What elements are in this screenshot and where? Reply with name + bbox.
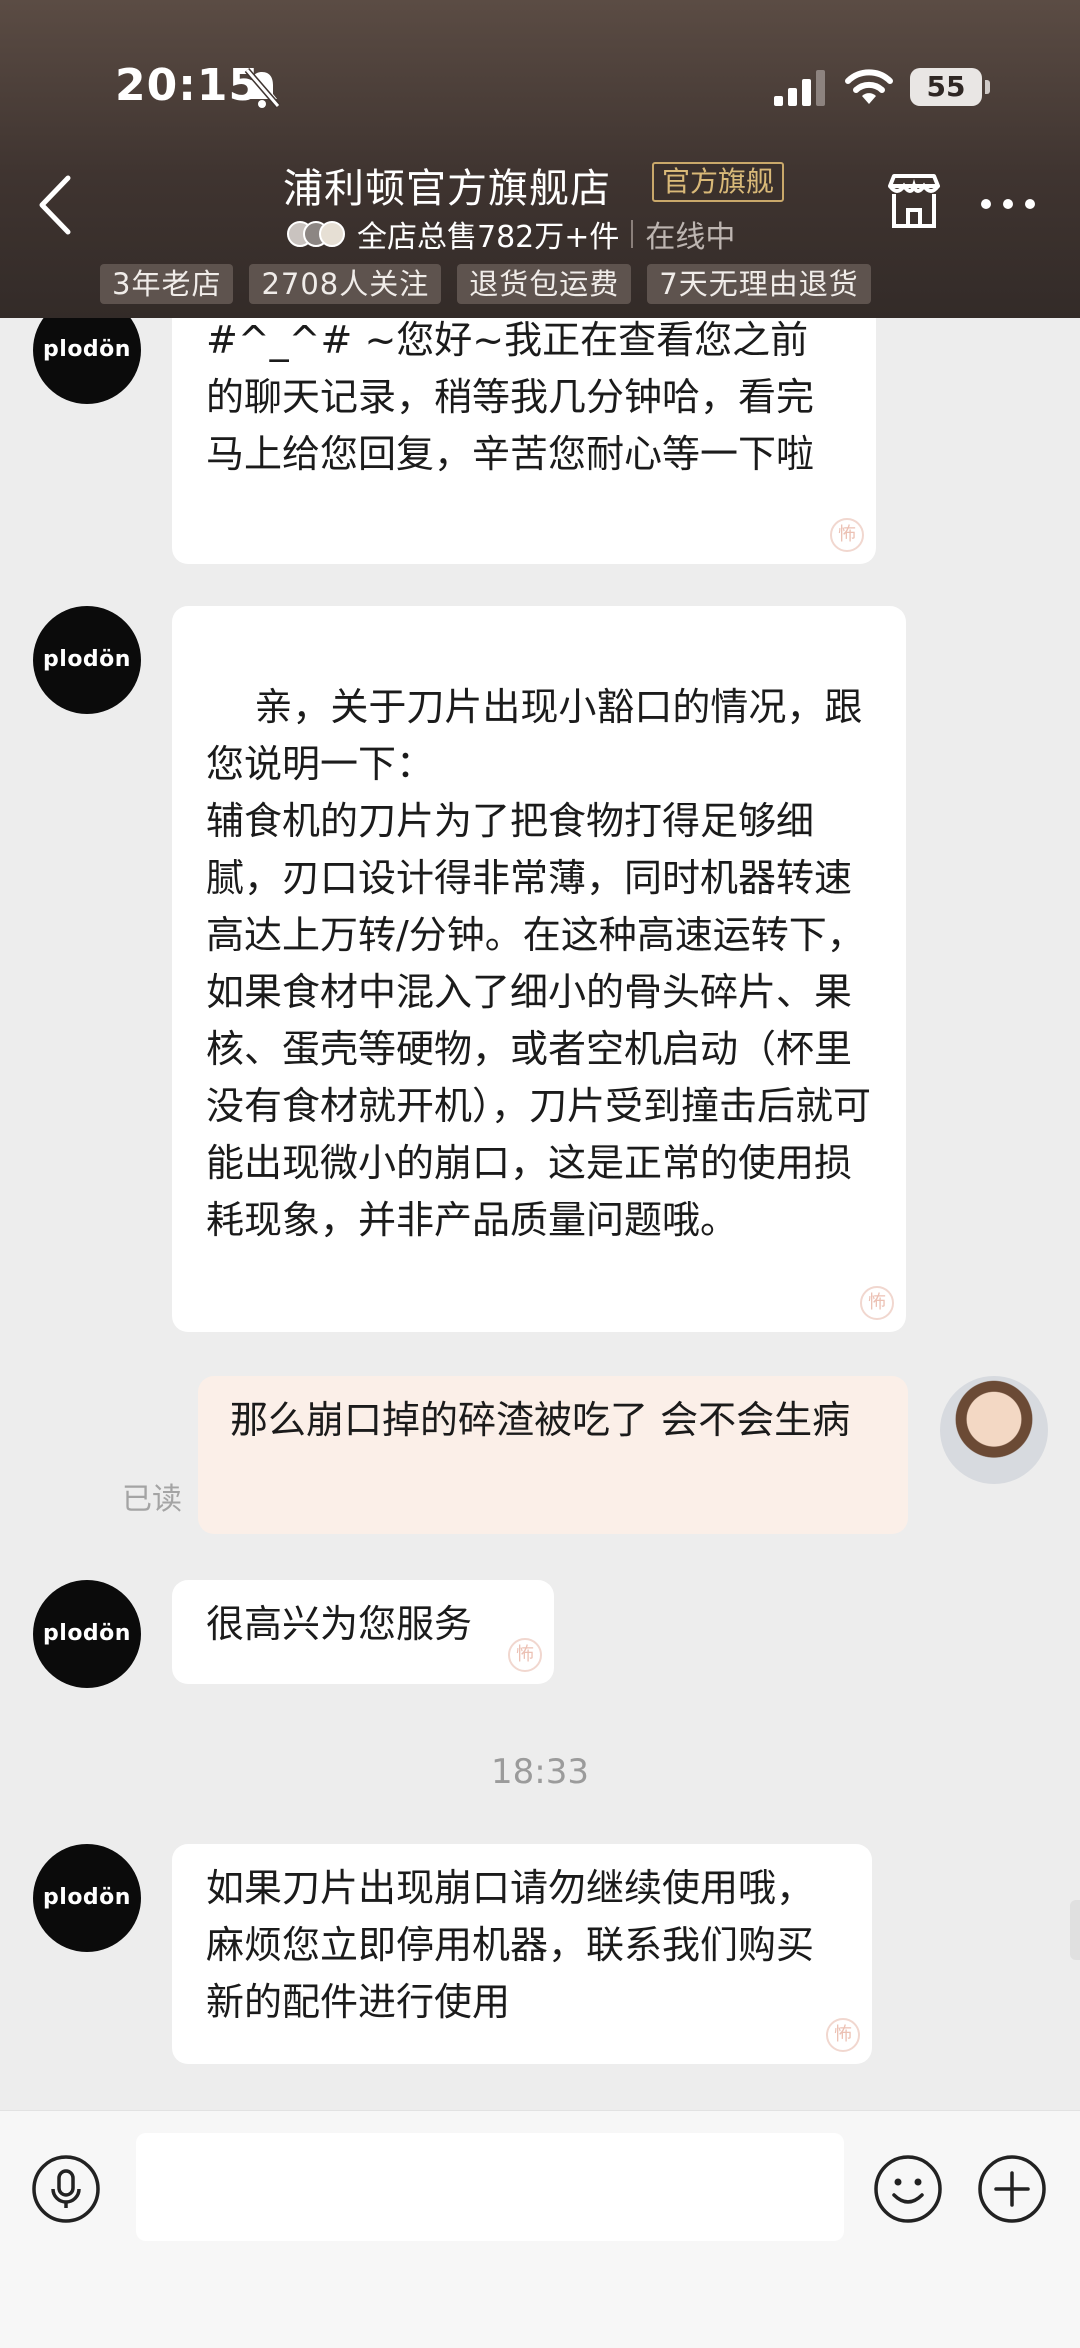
status-time: 20:15 — [115, 60, 261, 111]
watermark-icon: 怖 — [860, 1286, 894, 1320]
voice-input-button[interactable] — [30, 2153, 102, 2225]
status-bar: 20:15 55 — [0, 0, 1080, 160]
message-bubble[interactable]: 亲，关于刀片出现小豁口的情况，跟您说明一下： 辅食机的刀片为了把食物打得足够细腻… — [172, 606, 906, 1332]
total-sales: 全店总售782万+件 — [357, 220, 620, 255]
shop-avatar[interactable]: plodön — [33, 1580, 141, 1688]
user-avatar[interactable] — [940, 1376, 1048, 1484]
watermark-icon: 怖 — [508, 1638, 542, 1672]
message-text: 很高兴为您服务 — [206, 1602, 473, 1646]
online-status: 在线中 — [645, 220, 736, 255]
shop-avatar[interactable]: plodön — [33, 318, 141, 404]
message-bubble[interactable]: #^_^# ~您好~我正在查看您之前的聊天记录，稍等我几分钟哈，看完马上给您回复… — [172, 318, 876, 564]
message-input[interactable] — [136, 2133, 844, 2241]
chat-timestamp: 18:33 — [491, 1752, 589, 1792]
shop-subinfo: 全店总售782万+件 在线中 — [287, 214, 736, 255]
shop-tag: 7天无理由退货 — [647, 264, 871, 304]
more-actions-button[interactable] — [976, 2153, 1048, 2225]
signal-icon — [774, 70, 825, 106]
chat-header: 20:15 55 浦利顿官方旗舰店 官方旗舰 全店总售782万+件 在线中 3年… — [0, 0, 1080, 318]
follower-avatars — [287, 221, 345, 247]
user-message-bubble[interactable]: 那么崩口掉的碎渣被吃了 会不会生病 — [198, 1376, 908, 1534]
input-bar — [0, 2110, 1080, 2348]
message-text: 亲，关于刀片出现小豁口的情况，跟您说明一下： 辅食机的刀片为了把食物打得足够细腻… — [206, 685, 872, 1242]
read-status: 已读 — [122, 1482, 182, 1517]
shop-tags: 3年老店 2708人关注 退货包运费 7天无理由退货 — [100, 264, 871, 304]
shop-tag: 2708人关注 — [249, 264, 442, 304]
official-badge: 官方旗舰 — [652, 162, 785, 202]
shop-tag: 3年老店 — [100, 264, 234, 304]
message-text: 那么崩口掉的碎渣被吃了 会不会生病 — [230, 1398, 851, 1442]
shop-tag: 退货包运费 — [457, 264, 632, 304]
message-text: #^_^# ~您好~我正在查看您之前的聊天记录，稍等我几分钟哈，看完马上给您回复… — [206, 318, 815, 476]
more-options-icon[interactable] — [980, 198, 1036, 210]
watermark-icon: 怖 — [826, 2018, 860, 2052]
divider — [631, 220, 634, 248]
bell-off-icon — [244, 68, 281, 108]
message-bubble[interactable]: 很高兴为您服务 怖 — [172, 1580, 554, 1684]
floating-handle[interactable] — [1070, 1900, 1080, 1960]
watermark-icon: 怖 — [830, 518, 864, 552]
wifi-icon — [845, 69, 893, 104]
shop-avatar[interactable]: plodön — [33, 1844, 141, 1952]
back-button[interactable] — [30, 170, 80, 240]
shop-avatar[interactable]: plodön — [33, 606, 141, 714]
store-icon[interactable] — [884, 172, 944, 232]
shop-name[interactable]: 浦利顿官方旗舰店 — [283, 156, 611, 214]
battery-indicator: 55 — [910, 68, 990, 106]
message-text: 如果刀片出现崩口请勿继续使用哦，麻烦您立即停用机器，联系我们购买新的配件进行使用 — [206, 1866, 815, 2024]
message-bubble[interactable]: 如果刀片出现崩口请勿继续使用哦，麻烦您立即停用机器，联系我们购买新的配件进行使用… — [172, 1844, 872, 2064]
chat-thread[interactable]: plodön #^_^# ~您好~我正在查看您之前的聊天记录，稍等我几分钟哈，看… — [0, 318, 1080, 2110]
emoji-button[interactable] — [872, 2153, 944, 2225]
